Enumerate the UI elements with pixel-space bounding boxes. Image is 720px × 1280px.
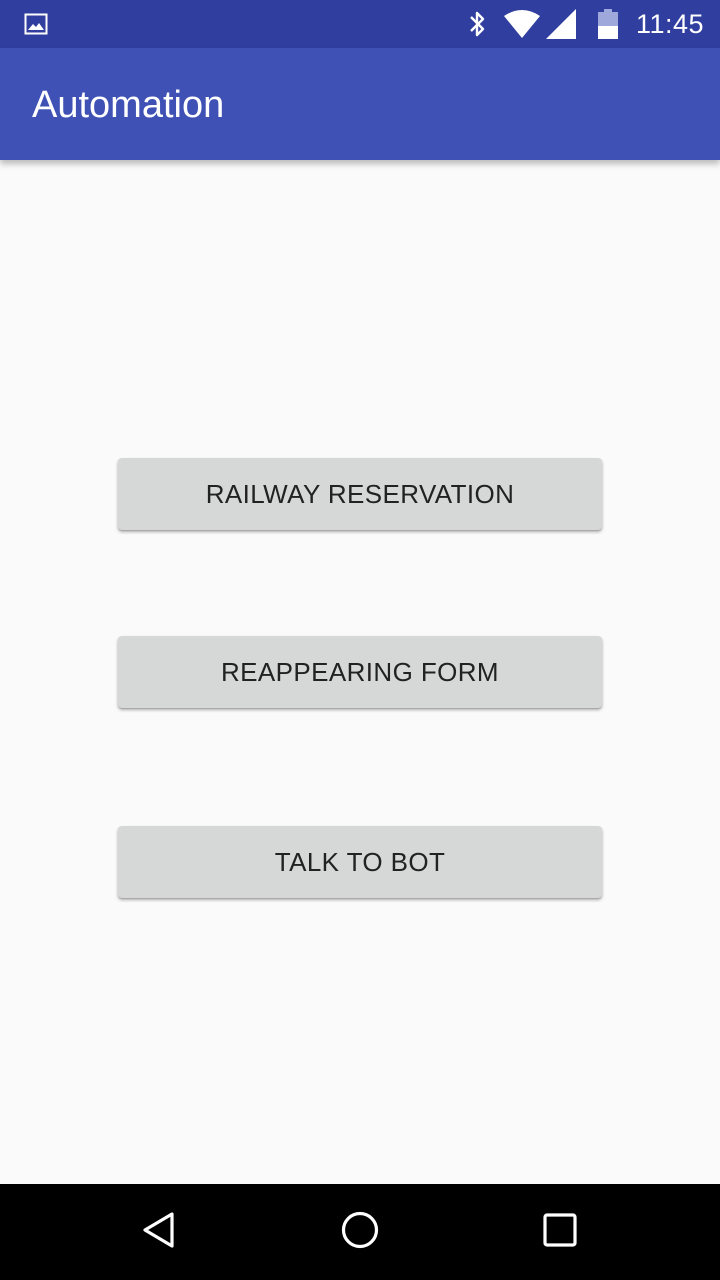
image-notification-icon	[24, 12, 48, 36]
railway-reservation-button[interactable]: RAILWAY RESERVATION	[118, 458, 602, 530]
home-icon	[340, 1210, 380, 1255]
recents-icon	[540, 1210, 580, 1255]
reappearing-form-button[interactable]: REAPPEARING FORM	[118, 636, 602, 708]
recents-button[interactable]	[500, 1184, 620, 1280]
cell-signal-icon	[545, 0, 576, 48]
wifi-icon	[503, 0, 540, 48]
battery-icon	[597, 0, 618, 48]
status-bar: 11:45	[0, 0, 720, 48]
navigation-bar	[0, 1184, 720, 1280]
main-content: RAILWAY RESERVATION REAPPEARING FORM TAL…	[0, 160, 720, 1184]
back-icon	[140, 1210, 180, 1255]
status-icons: 11:45	[464, 0, 720, 48]
back-button[interactable]	[100, 1184, 220, 1280]
bluetooth-icon	[464, 0, 490, 48]
app-bar: Automation	[0, 48, 720, 160]
talk-to-bot-button[interactable]: TALK TO BOT	[118, 826, 602, 898]
home-button[interactable]	[300, 1184, 420, 1280]
screen: 11:45 Automation RAILWAY RESERVATION REA…	[0, 0, 720, 1280]
status-time: 11:45	[635, 8, 704, 39]
app-title: Automation	[32, 84, 225, 126]
